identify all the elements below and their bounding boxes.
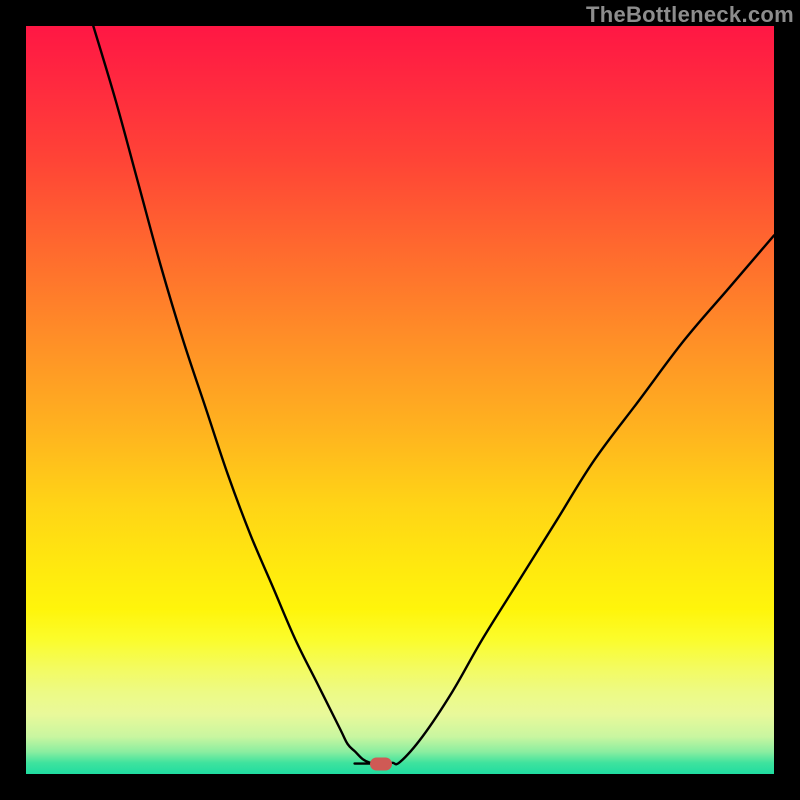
curve-path (93, 26, 774, 764)
chart-frame: TheBottleneck.com (0, 0, 800, 800)
optimum-marker (370, 757, 392, 770)
watermark-text: TheBottleneck.com (586, 2, 794, 28)
plot-area (26, 26, 774, 774)
bottleneck-curve (26, 26, 774, 774)
